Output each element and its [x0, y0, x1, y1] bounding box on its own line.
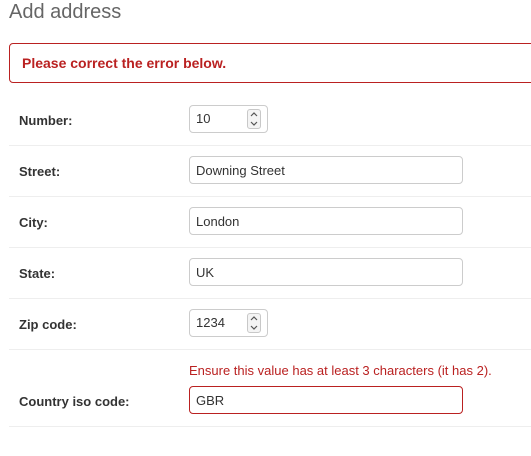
zip-code-input[interactable]: 1234	[189, 309, 268, 337]
city-input[interactable]	[189, 207, 463, 235]
state-input[interactable]	[189, 258, 463, 286]
number-spinner[interactable]	[247, 109, 261, 129]
form-row-state: State:	[9, 248, 531, 299]
spin-up-icon[interactable]	[248, 314, 260, 323]
spin-down-icon[interactable]	[248, 119, 260, 128]
form-row-country-iso-code: Ensure this value has at least 3 charact…	[9, 350, 531, 427]
zip-code-spinner[interactable]	[247, 313, 261, 333]
number-input-value: 10	[196, 111, 211, 126]
state-label: State:	[19, 266, 56, 281]
zip-code-input-value: 1234	[196, 315, 225, 330]
spin-down-icon[interactable]	[248, 323, 260, 332]
field-error-message: Ensure this value has at least 3 charact…	[189, 363, 492, 378]
form-row-zip-code: Zip code: 1234	[9, 299, 531, 350]
error-note: Please correct the error below.	[9, 43, 531, 83]
street-input[interactable]	[189, 156, 463, 184]
zip-code-label: Zip code:	[19, 317, 77, 332]
spin-up-icon[interactable]	[248, 110, 260, 119]
country-iso-code-label: Country iso code:	[19, 394, 130, 409]
number-input[interactable]: 10	[189, 105, 268, 133]
street-label: Street:	[19, 164, 61, 179]
form-row-street: Street:	[9, 146, 531, 197]
country-iso-code-input[interactable]	[189, 386, 463, 414]
form-row-city: City:	[9, 197, 531, 248]
city-label: City:	[19, 215, 48, 230]
form-row-number: Number: 10	[9, 95, 531, 146]
page-title: Add address	[9, 1, 122, 23]
number-label: Number:	[19, 113, 73, 128]
